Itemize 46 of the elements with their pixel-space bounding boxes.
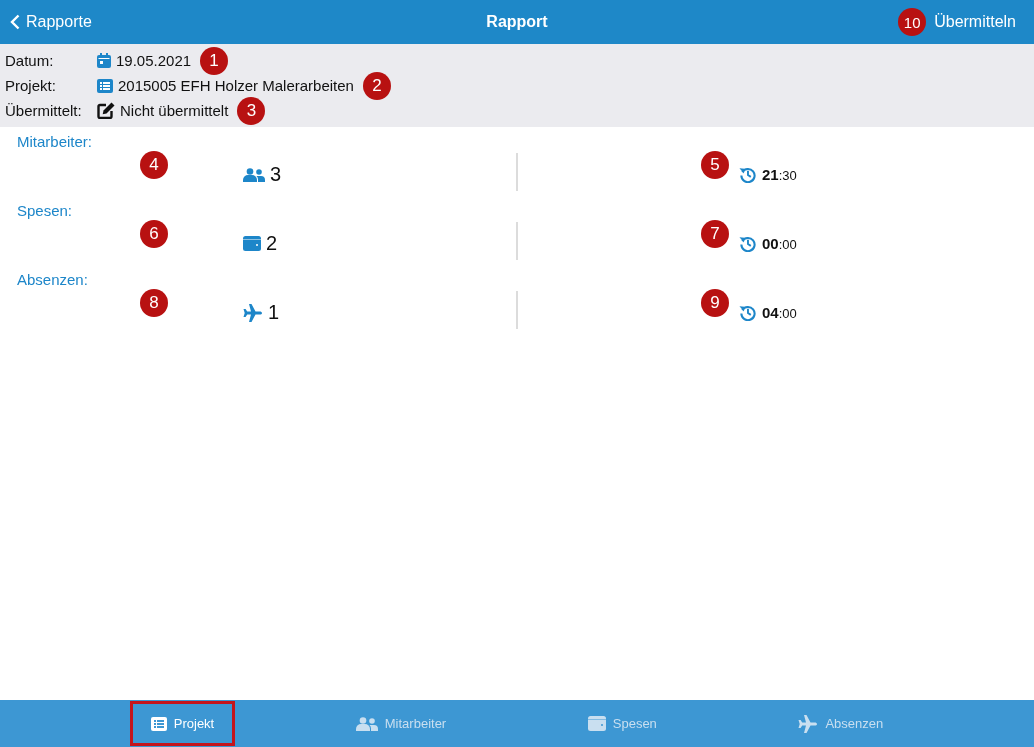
callout-badge: 7 — [701, 220, 729, 248]
people-icon — [355, 716, 378, 731]
list-icon — [97, 78, 113, 93]
section-title: Mitarbeiter: — [16, 133, 94, 151]
callout-badge: 4 — [140, 151, 168, 179]
page-title: Rapport — [486, 13, 548, 31]
count-value: 3 — [270, 163, 282, 186]
info-value: 19.05.2021 — [116, 52, 192, 69]
info-value: 2015005 EFH Holzer Malerarbeiten — [118, 77, 354, 94]
history-icon — [739, 235, 756, 252]
section-title: Absenzen: — [16, 271, 89, 289]
count-value: 1 — [268, 301, 280, 324]
callout-badge: 6 — [140, 220, 168, 248]
tab[interactable]: Absenzen — [777, 701, 905, 746]
edit-icon — [97, 102, 115, 119]
duration-value: 00:00 — [762, 235, 797, 252]
submit-button[interactable]: Übermitteln — [934, 13, 1016, 31]
callout-badge: 3 — [237, 96, 266, 125]
tab[interactable]: Mitarbeiter — [334, 701, 468, 746]
info-label: Übermittelt: — [5, 102, 83, 119]
section-title: Spesen: — [16, 202, 74, 220]
back-button[interactable]: Rapporte — [10, 13, 92, 31]
history-icon — [739, 166, 756, 183]
callout-badge: 1 — [200, 46, 229, 75]
info-label: Projekt: — [5, 77, 57, 94]
info-label: Datum: — [5, 52, 55, 69]
callout-badge: 9 — [701, 289, 729, 317]
tab[interactable]: Projekt — [129, 701, 236, 746]
wallet-icon — [243, 236, 261, 251]
wallet-icon — [587, 716, 606, 731]
calendar-icon — [97, 53, 111, 68]
list-icon — [150, 716, 167, 731]
airplane-icon — [798, 714, 819, 733]
count-value: 2 — [266, 232, 278, 255]
duration-value: 21:30 — [762, 166, 797, 183]
callout-badge: 2 — [362, 71, 391, 100]
callout-badge: 5 — [701, 151, 729, 179]
callout-badge: 10 — [898, 8, 927, 36]
history-icon — [739, 304, 756, 321]
duration-value: 04:00 — [762, 304, 797, 321]
airplane-icon — [243, 303, 263, 322]
info-value: Nicht übermittelt — [120, 102, 229, 119]
callout-badge: 8 — [140, 289, 168, 317]
tab[interactable]: Spesen — [566, 701, 678, 746]
people-icon — [243, 167, 265, 182]
chevron-left-icon — [10, 14, 20, 30]
